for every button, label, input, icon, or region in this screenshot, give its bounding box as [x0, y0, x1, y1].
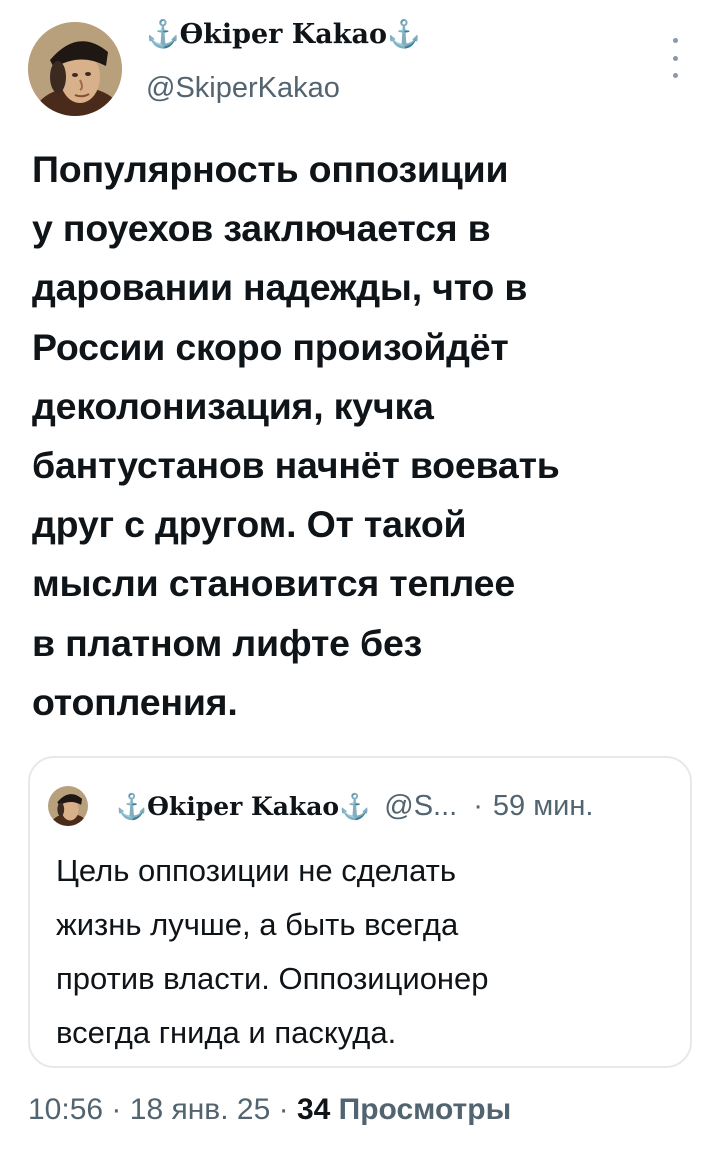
portrait-avatar-image — [28, 22, 122, 116]
separator-dot: · — [278, 1093, 289, 1126]
views-count: 34 — [296, 1093, 331, 1126]
portrait-avatar-image — [48, 786, 88, 826]
quoted-tweet-text: Цель оппозиции не сделать жизнь лучше, а… — [56, 853, 489, 1050]
author-display-name[interactable]: ⚓Ѳkiper Kakao⚓ — [146, 18, 421, 50]
dot-icon — [672, 55, 678, 61]
more-vertical-icon[interactable] — [670, 38, 680, 78]
views-label[interactable]: Просмотры — [339, 1093, 512, 1126]
quoted-time[interactable]: 59 мин. — [493, 790, 594, 823]
tweet-time[interactable]: 10:56 — [28, 1093, 103, 1126]
quoted-tweet-header: ⚓Ѳkiper Kakao⚓ @S... · 59 мин. — [116, 790, 593, 823]
quoted-display-name[interactable]: ⚓Ѳkiper Kakao⚓ — [116, 792, 370, 822]
dot-icon — [672, 73, 678, 78]
dot-icon — [672, 38, 678, 43]
quoted-handle[interactable]: @S... — [384, 790, 457, 823]
separator-dot: · — [111, 1093, 122, 1126]
avatar[interactable] — [28, 22, 122, 116]
tweet-date[interactable]: 18 янв. 25 — [130, 1093, 271, 1126]
tweet-text: Популярность оппозиции у поуехов заключа… — [32, 148, 560, 723]
author-handle[interactable]: @SkiperKakao — [146, 72, 340, 105]
separator-dot: · — [473, 790, 483, 822]
quoted-avatar — [48, 786, 88, 826]
tweet-meta: 10:56 · 18 янв. 25 · 34 Просмотры — [28, 1093, 511, 1127]
